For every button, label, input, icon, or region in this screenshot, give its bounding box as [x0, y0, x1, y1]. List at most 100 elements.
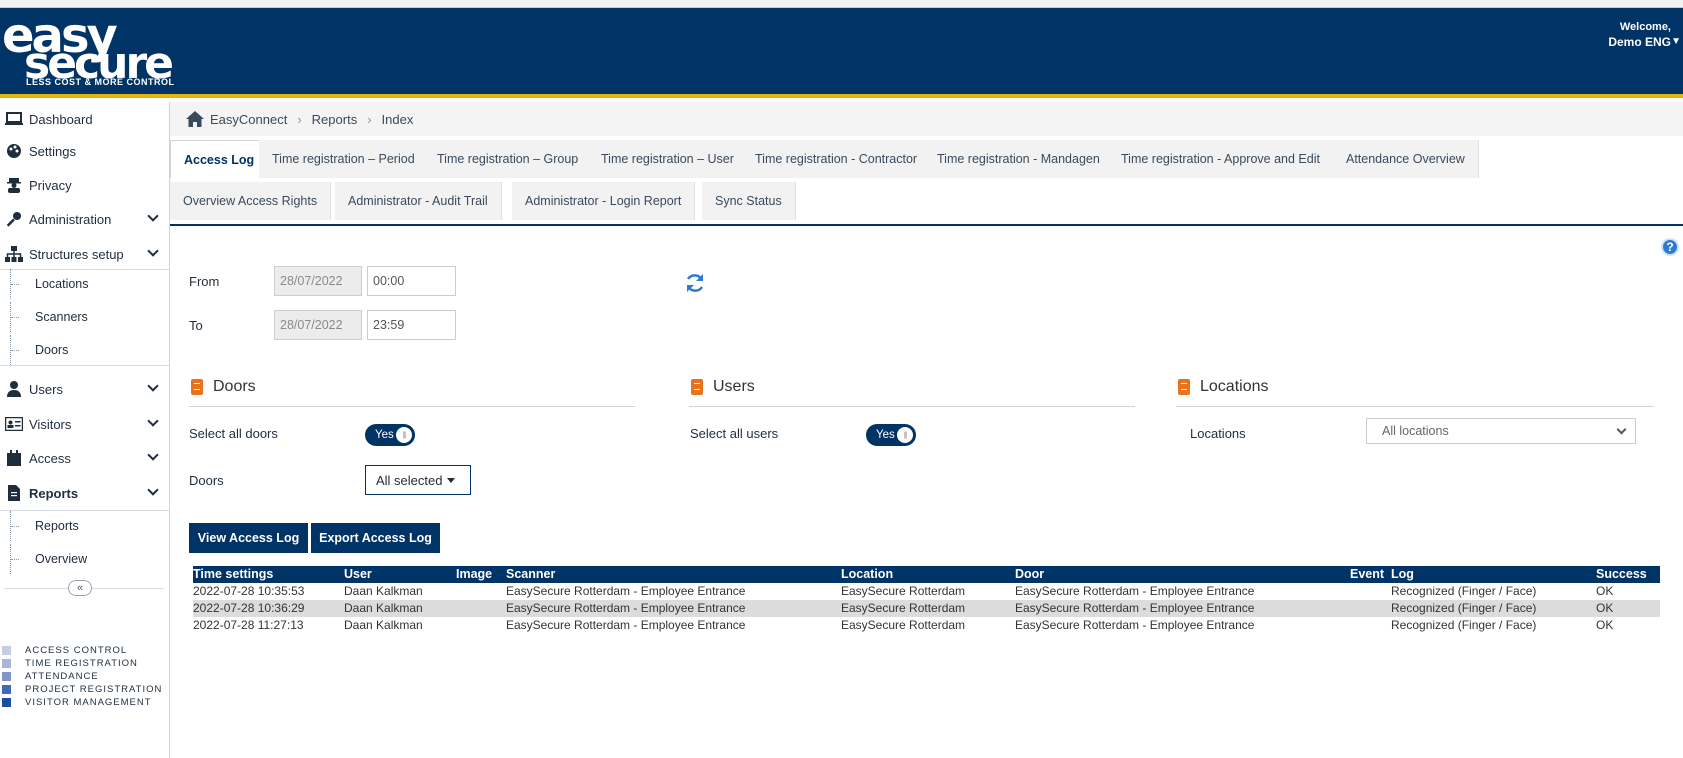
- sidebar-item-structures-setup[interactable]: Structures setup: [0, 237, 169, 271]
- export-access-log-button[interactable]: Export Access Log: [311, 523, 440, 553]
- main-content: EasyConnect › Reports › Index Access Log…: [170, 102, 1683, 758]
- cell-door: EasySecure Rotterdam - Employee Entrance: [1015, 584, 1255, 598]
- breadcrumb-link[interactable]: EasyConnect: [210, 112, 287, 127]
- select-all-users-toggle[interactable]: Yes |||: [866, 424, 916, 446]
- chevron-down-icon[interactable]: [147, 415, 159, 427]
- column-header[interactable]: Success: [1596, 566, 1647, 583]
- cell-log: Recognized (Finger / Face): [1391, 601, 1537, 615]
- tab-access-log[interactable]: Access Log: [170, 140, 269, 178]
- chevron-down-icon: [1616, 424, 1627, 435]
- locations-select[interactable]: All locations: [1366, 418, 1636, 444]
- sidebar-item-settings[interactable]: Settings: [0, 134, 169, 168]
- palette-icon: [3, 142, 25, 160]
- table-row[interactable]: 2022-07-28 10:35:53 Daan Kalkman EasySec…: [193, 583, 1660, 600]
- column-header[interactable]: Time settings: [193, 566, 273, 583]
- collapse-sidebar-button[interactable]: «: [68, 580, 92, 596]
- column-header[interactable]: Scanner: [506, 566, 555, 583]
- refresh-icon[interactable]: [684, 272, 706, 294]
- column-header[interactable]: Event: [1350, 566, 1384, 583]
- breadcrumb-link[interactable]: Reports: [312, 112, 358, 127]
- sidebar-item-visitors[interactable]: Visitors: [0, 407, 169, 441]
- home-icon[interactable]: [186, 111, 204, 127]
- legend-swatch: [2, 646, 11, 655]
- tab-time-registration-user[interactable]: Time registration – User: [588, 140, 748, 178]
- chevron-down-icon[interactable]: [147, 380, 159, 392]
- user-menu[interactable]: Welcome, Demo ENG ▼: [1608, 20, 1681, 50]
- divider: [189, 406, 635, 407]
- tab-time-registration-period[interactable]: Time registration – Period: [259, 140, 429, 178]
- column-header[interactable]: Image: [456, 566, 492, 583]
- sidebar-item-dashboard[interactable]: Dashboard: [0, 102, 169, 136]
- table-row[interactable]: 2022-07-28 11:27:13 Daan Kalkman EasySec…: [193, 617, 1660, 634]
- user-name[interactable]: Demo ENG: [1608, 35, 1671, 50]
- chevron-down-icon[interactable]: [147, 449, 159, 461]
- app-header: easy secure LESS COST & MORE CONTROL Wel…: [0, 8, 1683, 98]
- chevron-down-icon[interactable]: [147, 210, 159, 222]
- cell-success: OK: [1596, 601, 1614, 615]
- doors-dropdown[interactable]: All selected: [365, 465, 471, 495]
- tab-overview-access-rights[interactable]: Overview Access Rights: [170, 182, 332, 220]
- tab-time-registration-contractor[interactable]: Time registration - Contractor: [742, 140, 932, 178]
- cell-scanner: EasySecure Rotterdam - Employee Entrance: [506, 601, 746, 615]
- legend-swatch: [2, 659, 11, 668]
- sidebar-item-privacy[interactable]: Privacy: [0, 168, 169, 202]
- breadcrumb-separator-icon: ›: [367, 111, 372, 127]
- chevron-down-icon[interactable]: [147, 484, 159, 496]
- table-row[interactable]: 2022-07-28 10:36:29 Daan Kalkman EasySec…: [193, 600, 1660, 617]
- from-time-input[interactable]: 00:00: [367, 266, 456, 296]
- cell-location: EasySecure Rotterdam: [841, 601, 966, 615]
- legend-swatch: [2, 672, 11, 681]
- divider: [689, 406, 1135, 407]
- sidebar-item-label: Privacy: [29, 177, 72, 193]
- cell-time: 2022-07-28 11:27:13: [193, 618, 304, 632]
- sidebar-subitem-locations[interactable]: Locations: [10, 269, 179, 299]
- sidebar-subitem-doors[interactable]: Doors: [10, 335, 179, 365]
- cell-door: EasySecure Rotterdam - Employee Entrance: [1015, 601, 1255, 615]
- help-icon[interactable]: ?: [1661, 238, 1679, 256]
- chevron-down-icon[interactable]: [147, 245, 159, 257]
- cell-location: EasySecure Rotterdam: [841, 618, 966, 632]
- report-tabs: Access Log Time registration – Period Ti…: [170, 136, 1683, 226]
- divider: [0, 365, 169, 366]
- logo-tagline: LESS COST & MORE CONTROL: [26, 77, 175, 87]
- cell-time: 2022-07-28 10:35:53: [193, 584, 305, 598]
- sidebar-subitem-scanners[interactable]: Scanners: [10, 302, 179, 332]
- legend-item: TIME REGISTRATION: [2, 657, 162, 670]
- sidebar-subitem-reports[interactable]: Reports: [10, 511, 179, 541]
- sidebar-subitem-overview[interactable]: Overview: [10, 544, 179, 574]
- legend-label: TIME REGISTRATION: [25, 658, 138, 669]
- cell-door: EasySecure Rotterdam - Employee Entrance: [1015, 618, 1255, 632]
- sidebar-item-users[interactable]: Users: [0, 372, 169, 406]
- to-date-input[interactable]: 28/07/2022: [274, 310, 362, 340]
- tab-time-registration-approve-edit[interactable]: Time registration - Approve and Edit: [1108, 140, 1334, 178]
- calendar-icon: [3, 449, 25, 467]
- column-header[interactable]: Door: [1015, 566, 1044, 583]
- from-date-input[interactable]: 28/07/2022: [274, 266, 362, 296]
- sidebar-item-reports[interactable]: Reports: [0, 476, 169, 510]
- column-header[interactable]: User: [344, 566, 372, 583]
- cell-user: Daan Kalkman: [344, 584, 423, 598]
- view-access-log-button[interactable]: View Access Log: [189, 523, 308, 553]
- chevron-down-icon[interactable]: ▼: [1671, 34, 1681, 49]
- users-title-text: Users: [713, 378, 755, 395]
- column-header[interactable]: Log: [1391, 566, 1414, 583]
- legend-label: ATTENDANCE: [25, 671, 99, 682]
- legend-item: VISITOR MANAGEMENT: [2, 696, 162, 709]
- cell-log: Recognized (Finger / Face): [1391, 618, 1537, 632]
- locations-title-text: Locations: [1200, 378, 1269, 395]
- breadcrumb: EasyConnect › Reports › Index: [170, 102, 1683, 136]
- sidebar-item-label: Dashboard: [29, 111, 93, 127]
- to-time-input[interactable]: 23:59: [367, 310, 456, 340]
- doors-section-title: Doors: [191, 378, 256, 396]
- sidebar-item-administration[interactable]: Administration: [0, 202, 169, 236]
- tab-attendance-overview[interactable]: Attendance Overview: [1333, 140, 1479, 178]
- column-header[interactable]: Location: [841, 566, 893, 583]
- tab-administrator-login-report[interactable]: Administrator - Login Report: [512, 182, 696, 220]
- sidebar-item-access[interactable]: Access: [0, 441, 169, 475]
- tab-administrator-audit-trail[interactable]: Administrator - Audit Trail: [335, 182, 502, 220]
- tab-time-registration-group[interactable]: Time registration – Group: [424, 140, 593, 178]
- tab-sync-status[interactable]: Sync Status: [702, 182, 796, 220]
- select-all-doors-toggle[interactable]: Yes |||: [365, 424, 415, 446]
- legend-swatch: [2, 698, 11, 707]
- tab-time-registration-mandagen[interactable]: Time registration - Mandagen: [924, 140, 1114, 178]
